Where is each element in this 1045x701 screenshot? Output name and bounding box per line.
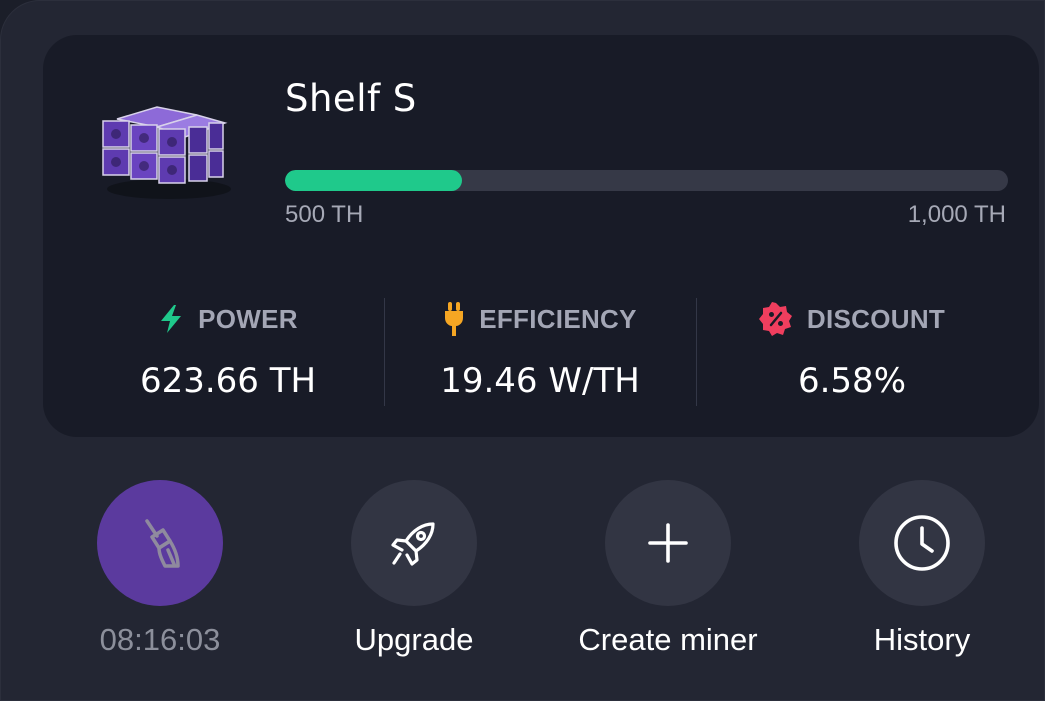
miner-panel: Shelf S 500 TH 1,000 TH POWER 623.66 TH … [0,0,1045,701]
stat-discount-label: DISCOUNT [806,303,946,334]
range-min-label: 500 TH [285,201,364,228]
cleaning-button[interactable]: 08:16:03 [60,480,260,658]
miner-image [102,106,231,199]
range-max-label: 1,000 TH [907,201,1006,228]
discount-badge-icon [758,302,792,336]
clock-icon [894,515,950,571]
create-miner-button[interactable]: Create miner [568,480,768,658]
plug-icon [445,302,464,336]
hashrate-progress-fill [285,170,463,191]
cleaning-timer: 08:16:03 [99,622,221,657]
stat-discount: DISCOUNT 6.58% [697,297,1007,401]
stat-efficiency-label: EFFICIENCY [479,303,637,334]
stat-power: POWER 623.66 TH [73,297,383,402]
stat-efficiency: EFFICIENCY 19.46 W/TH [385,297,695,401]
lightning-icon [161,305,182,333]
history-button[interactable]: History [822,480,1022,658]
history-button-circle[interactable] [859,480,985,606]
miner-name: Shelf S [285,77,417,120]
broom-icon [145,519,180,568]
stat-discount-value: 6.58% [797,361,906,401]
stat-power-label: POWER [198,303,298,334]
upgrade-button-circle[interactable] [351,480,477,606]
history-label: History [873,622,971,657]
create-miner-label: Create miner [578,622,758,657]
upgrade-button[interactable]: Upgrade [314,480,514,658]
stat-efficiency-value: 19.46 W/TH [440,361,640,401]
upgrade-label: Upgrade [354,622,474,657]
stat-power-value: 623.66 TH [139,361,317,401]
plus-icon [648,523,688,563]
cleaning-button-circle[interactable] [97,480,223,606]
hashrate-progress-bar [285,170,1008,191]
create-miner-button-circle[interactable] [605,480,731,606]
rocket-icon [391,522,435,566]
